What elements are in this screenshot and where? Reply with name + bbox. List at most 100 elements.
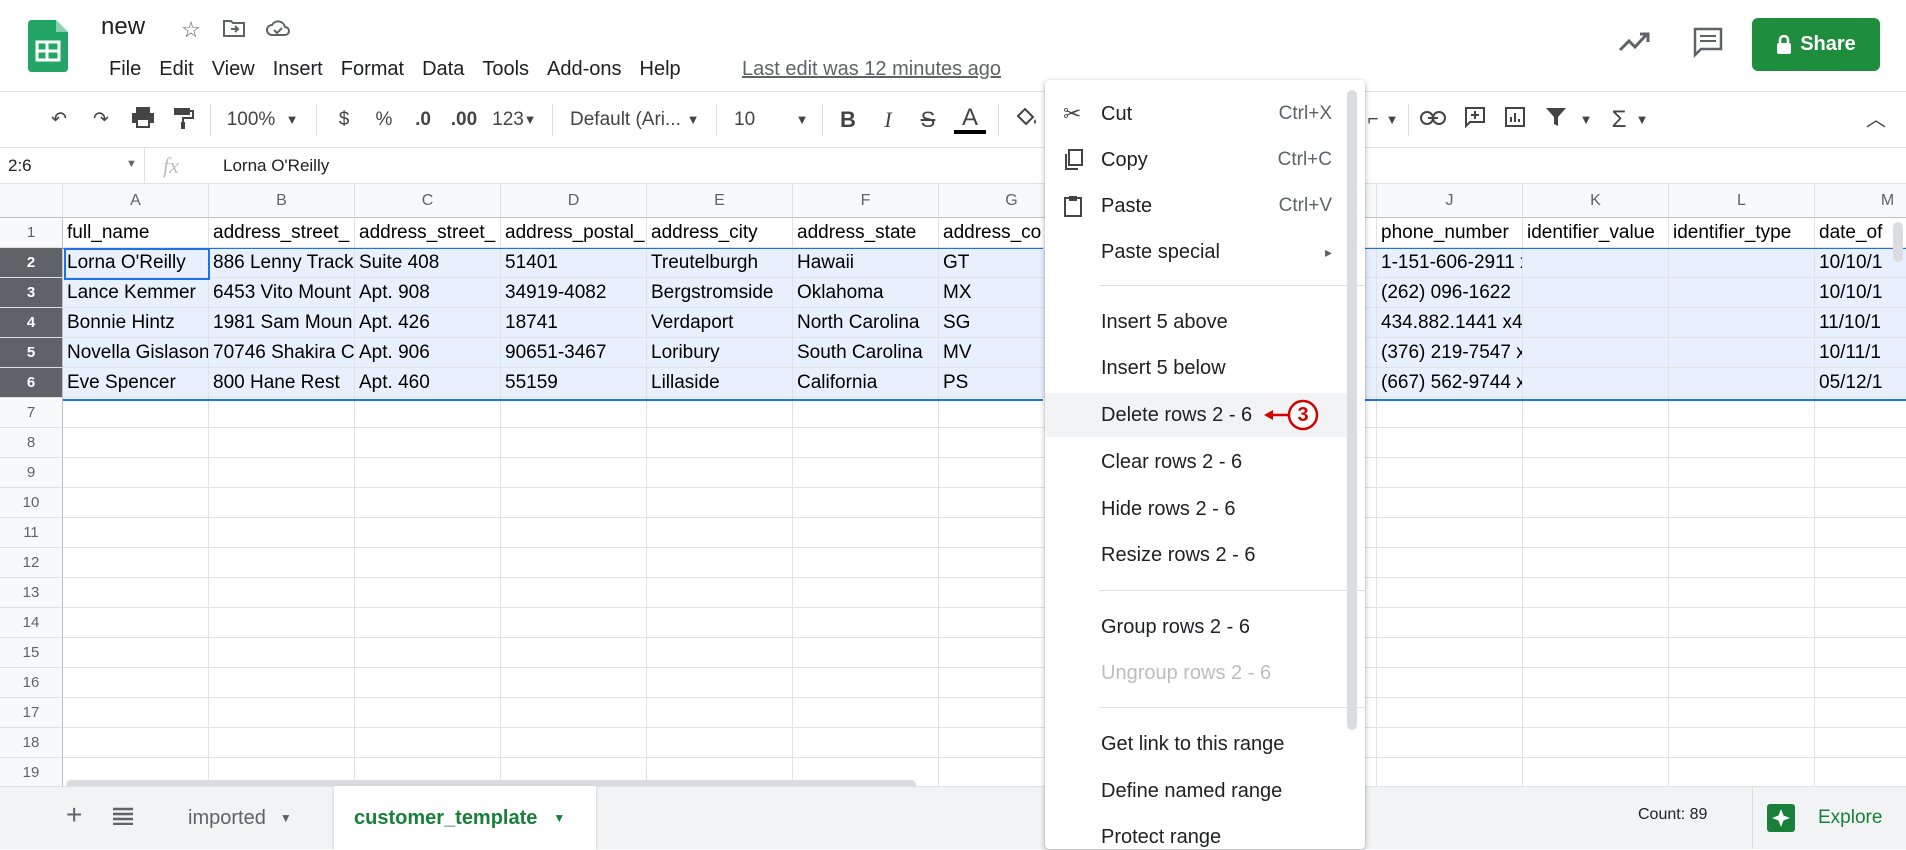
selection-count[interactable]: Count: 89: [1638, 806, 1707, 824]
cell[interactable]: [209, 638, 355, 668]
cell[interactable]: [1815, 698, 1906, 728]
bold-button[interactable]: B: [834, 106, 862, 134]
row-header[interactable]: 7: [0, 398, 63, 428]
cell[interactable]: [63, 638, 209, 668]
cell[interactable]: [1377, 728, 1523, 758]
column-header[interactable]: A: [63, 184, 209, 218]
cell[interactable]: [355, 728, 501, 758]
add-sheet-plus-icon[interactable]: +: [66, 801, 82, 829]
menu-item-cut[interactable]: ✂ Cut Ctrl+X: [1045, 92, 1350, 136]
menu-item-group-rows[interactable]: Group rows 2 - 6: [1045, 605, 1350, 649]
cell[interactable]: [355, 458, 501, 488]
redo-icon[interactable]: ↷: [86, 106, 116, 134]
zoom-chevron-down-icon[interactable]: ▼: [284, 106, 300, 134]
row-header[interactable]: 16: [0, 668, 63, 698]
cell[interactable]: address_street_: [355, 218, 501, 248]
cell[interactable]: [501, 458, 647, 488]
column-header[interactable]: F: [793, 184, 939, 218]
cell[interactable]: Loribury: [647, 338, 793, 368]
column-header[interactable]: B: [209, 184, 355, 218]
name-box-chevron-icon[interactable]: ▼: [126, 158, 137, 170]
functions-sigma-icon[interactable]: Σ: [1606, 106, 1632, 134]
menu-insert[interactable]: Insert: [264, 56, 332, 82]
cell[interactable]: [501, 698, 647, 728]
cell[interactable]: California: [793, 368, 939, 398]
cell[interactable]: [793, 578, 939, 608]
cell[interactable]: [1377, 578, 1523, 608]
cell[interactable]: 1-151-606-2911 x243: [1377, 248, 1523, 278]
cell[interactable]: 886 Lenny Track: [209, 248, 355, 278]
row-header[interactable]: 19: [0, 758, 63, 786]
cell[interactable]: [209, 668, 355, 698]
cell[interactable]: [647, 398, 793, 428]
menu-data[interactable]: Data: [413, 56, 473, 82]
font-size-select[interactable]: 10: [734, 106, 774, 134]
cell[interactable]: Lance Kemmer: [63, 278, 209, 308]
sheet-tab-customer-template[interactable]: customer_template ▼: [334, 786, 596, 850]
move-folder-icon[interactable]: [220, 16, 248, 44]
menu-view[interactable]: View: [203, 56, 264, 82]
cell[interactable]: [209, 488, 355, 518]
cell[interactable]: [355, 608, 501, 638]
cell[interactable]: [1377, 758, 1523, 786]
cell[interactable]: Apt. 460: [355, 368, 501, 398]
cell[interactable]: [1815, 578, 1906, 608]
cell[interactable]: [1815, 548, 1906, 578]
cell[interactable]: [793, 728, 939, 758]
cell[interactable]: [1669, 548, 1815, 578]
menu-tools[interactable]: Tools: [473, 56, 538, 82]
cell[interactable]: [1523, 638, 1669, 668]
cloud-saved-icon[interactable]: [264, 16, 292, 44]
cell[interactable]: phone_number: [1377, 218, 1523, 248]
cell[interactable]: [63, 548, 209, 578]
cell[interactable]: [1377, 638, 1523, 668]
sheet-tab-imported[interactable]: imported ▼: [166, 787, 326, 849]
row-header[interactable]: 15: [0, 638, 63, 668]
cell[interactable]: Bergstromside: [647, 278, 793, 308]
row-header[interactable]: 6: [0, 368, 63, 398]
column-header[interactable]: E: [647, 184, 793, 218]
cell[interactable]: [1523, 308, 1669, 338]
cell[interactable]: [793, 638, 939, 668]
cell[interactable]: [1377, 458, 1523, 488]
cell[interactable]: [209, 728, 355, 758]
cell[interactable]: [647, 638, 793, 668]
row-header[interactable]: 9: [0, 458, 63, 488]
menu-item-get-link[interactable]: Get link to this range: [1045, 722, 1350, 766]
cell[interactable]: [1523, 398, 1669, 428]
cell[interactable]: [647, 458, 793, 488]
cell[interactable]: [1669, 638, 1815, 668]
cell[interactable]: [1523, 608, 1669, 638]
cell[interactable]: [355, 698, 501, 728]
cell[interactable]: (667) 562-9744 x675: [1377, 368, 1523, 398]
menu-item-paste[interactable]: Paste Ctrl+V: [1045, 184, 1350, 228]
cell[interactable]: 51401: [501, 248, 647, 278]
cell[interactable]: [63, 578, 209, 608]
cell[interactable]: [501, 518, 647, 548]
cell[interactable]: [63, 488, 209, 518]
cell[interactable]: [501, 638, 647, 668]
menu-item-paste-special[interactable]: Paste special ▸: [1045, 230, 1350, 274]
cell[interactable]: [63, 458, 209, 488]
cell[interactable]: [1523, 278, 1669, 308]
cell[interactable]: [209, 548, 355, 578]
cell[interactable]: [355, 548, 501, 578]
cell[interactable]: [209, 398, 355, 428]
undo-icon[interactable]: ↶: [44, 106, 74, 134]
cell[interactable]: [793, 668, 939, 698]
cell[interactable]: [793, 548, 939, 578]
cell[interactable]: [1669, 608, 1815, 638]
cell[interactable]: [209, 428, 355, 458]
menu-item-insert-below[interactable]: Insert 5 below: [1045, 346, 1350, 390]
cell[interactable]: 55159: [501, 368, 647, 398]
cell[interactable]: [209, 458, 355, 488]
more-tools-chevron-icon[interactable]: ▼: [1384, 106, 1400, 134]
cell[interactable]: [1669, 758, 1815, 786]
paint-format-icon[interactable]: [168, 106, 198, 134]
cell[interactable]: [1669, 278, 1815, 308]
cell[interactable]: [1377, 698, 1523, 728]
cell[interactable]: [63, 668, 209, 698]
cell[interactable]: [1523, 668, 1669, 698]
strikethrough-button[interactable]: S: [914, 106, 942, 134]
cell[interactable]: 434.882.1441 x4186: [1377, 308, 1523, 338]
